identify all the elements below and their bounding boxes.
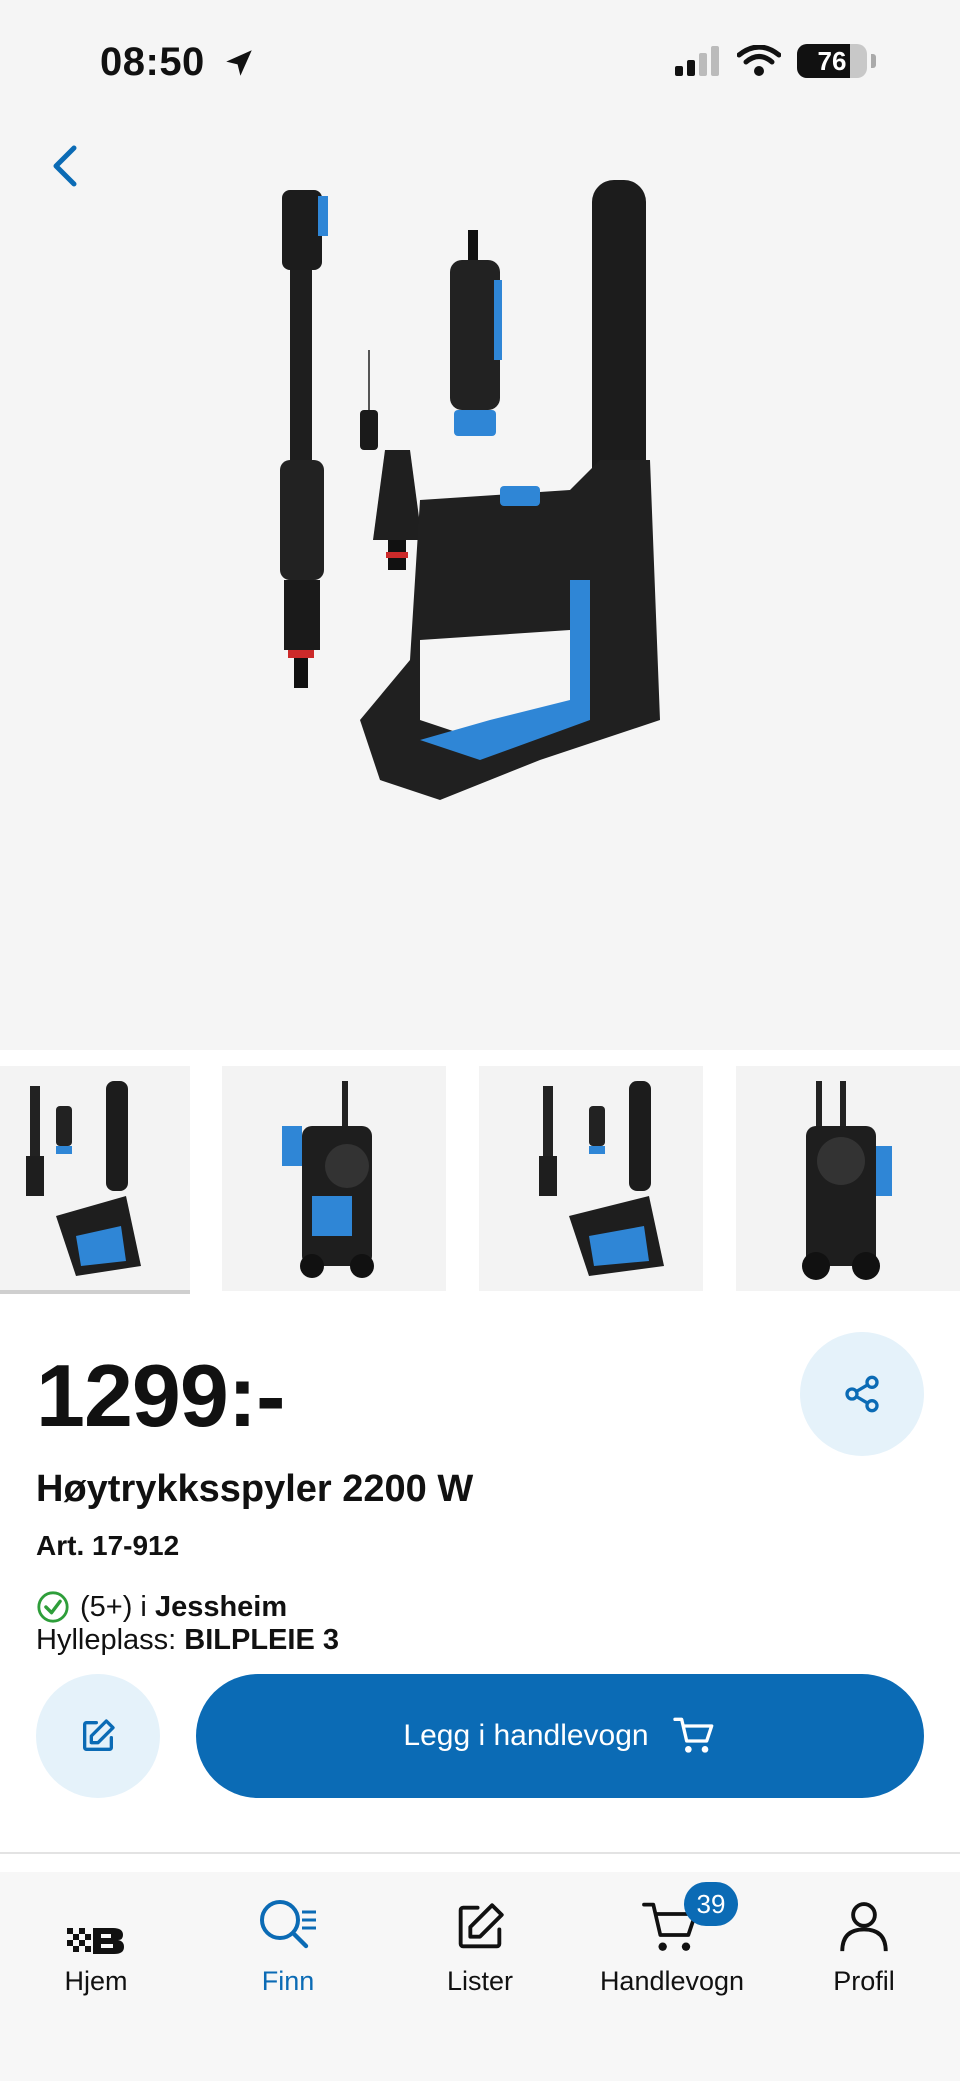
- product-price: 1299:-: [36, 1346, 285, 1445]
- thumbnail-strip: [0, 1066, 960, 1296]
- battery-cap: [871, 54, 876, 68]
- chevron-left-icon: [53, 145, 77, 187]
- add-to-cart-button[interactable]: Legg i handlevogn: [196, 1674, 924, 1798]
- shelf-value: BILPLEIE 3: [184, 1624, 339, 1656]
- share-button[interactable]: [800, 1332, 924, 1456]
- shelf-location: Hylleplass: BILPLEIE 3: [36, 1624, 339, 1657]
- tab-hjem[interactable]: Hjem: [0, 1882, 192, 2012]
- product-hero-image-area[interactable]: [0, 0, 960, 1050]
- tab-handlevogn[interactable]: Handlevogn 39: [576, 1882, 768, 2012]
- thumbnail-washer-side[interactable]: [736, 1066, 960, 1291]
- status-indicators: 76: [675, 44, 876, 78]
- home-logo-icon: [67, 1928, 124, 1954]
- edit-list-icon: [458, 1903, 504, 1949]
- thumbnail-gun-accessories[interactable]: [0, 1066, 190, 1291]
- tab-lister[interactable]: Lister: [384, 1882, 576, 2012]
- stock-status[interactable]: (5+) i Jessheim: [36, 1590, 287, 1624]
- thumbnail-washer-front[interactable]: [222, 1066, 446, 1291]
- thumbnail-gun-accessories-2[interactable]: [479, 1066, 703, 1291]
- tab-profil[interactable]: Profil: [768, 1882, 960, 2012]
- back-button[interactable]: [40, 136, 90, 196]
- thumbnail-image: [282, 1081, 374, 1278]
- status-time: 08:50: [100, 40, 205, 84]
- shelf-label: Hylleplass:: [36, 1624, 177, 1656]
- search-icon: [260, 1900, 316, 1949]
- cart-icon: [672, 1717, 713, 1753]
- bottom-tab-bar: Hjem Finn Lister Handlevogn 39 Profil: [0, 1872, 960, 2081]
- tab-label: Hjem: [64, 1966, 128, 1996]
- signal-icon: [675, 46, 719, 76]
- article-number: Art. 17-912: [36, 1530, 180, 1561]
- share-icon: [845, 1375, 879, 1413]
- battery-percent: 76: [817, 46, 847, 76]
- add-to-list-button[interactable]: [36, 1674, 160, 1798]
- tab-finn[interactable]: Finn: [192, 1882, 384, 2012]
- wifi-icon: [737, 45, 781, 76]
- edit-icon: [83, 1719, 115, 1751]
- tab-label: Profil: [833, 1966, 895, 1996]
- thumbnail-image: [802, 1081, 892, 1280]
- tab-label: Finn: [261, 1966, 315, 1996]
- battery-indicator: 76: [797, 44, 867, 78]
- profile-icon: [840, 1902, 888, 1952]
- cart-count-badge: 39: [684, 1882, 738, 1926]
- tab-label: Handlevogn: [599, 1966, 745, 1996]
- add-to-cart-label: Legg i handlevogn: [403, 1719, 649, 1752]
- stock-store: Jessheim: [154, 1590, 288, 1623]
- pressure-washer-gun-image: [280, 180, 660, 800]
- product-title: Høytrykksspyler 2200 W: [36, 1468, 474, 1510]
- tabbar-divider: [0, 1852, 960, 1854]
- tab-label: Lister: [446, 1966, 514, 1996]
- thumbnail-selected-indicator: [0, 1290, 190, 1294]
- thumbnail-image: [539, 1081, 664, 1276]
- status-bar: 08:50 76: [0, 0, 960, 130]
- location-arrow-icon: [226, 50, 252, 76]
- stock-count: (5+) i: [80, 1590, 147, 1623]
- check-circle-icon: [37, 1591, 69, 1623]
- thumbnail-image: [26, 1081, 141, 1276]
